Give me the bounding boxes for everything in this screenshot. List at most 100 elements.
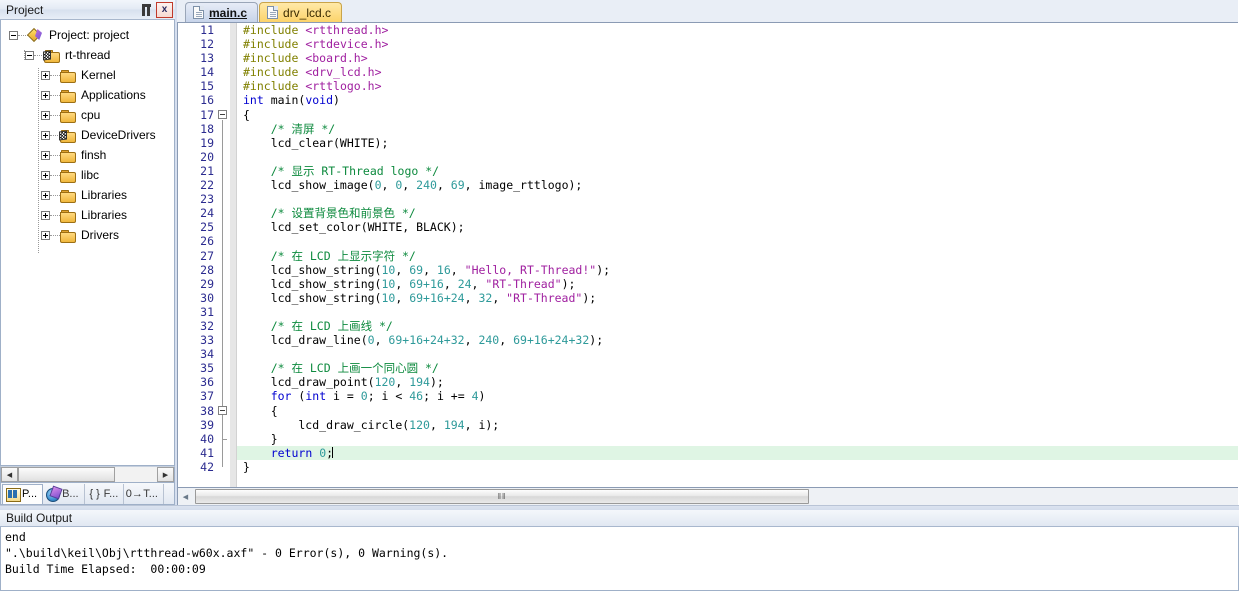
code-line[interactable]: /* 显示 RT-Thread logo */	[237, 164, 1239, 178]
code-token-num: 240	[478, 333, 500, 348]
code-token-kw: void	[305, 93, 334, 108]
expand-icon[interactable]	[41, 110, 50, 120]
pane-tab-functions[interactable]: { } F...	[85, 483, 125, 504]
code-line[interactable]: lcd_draw_point(120, 194);	[237, 375, 1239, 389]
scroll-right-arrow-icon[interactable]: ▶	[157, 467, 174, 482]
tree-item-kernel[interactable]: Kernel	[1, 65, 174, 85]
project-icon	[28, 28, 44, 42]
code-line[interactable]	[237, 192, 1239, 206]
code-line[interactable]: {	[237, 404, 1239, 418]
tree-item-libraries[interactable]: Libraries	[1, 185, 174, 205]
code-token-id: ,	[395, 262, 410, 277]
code-line[interactable]: lcd_draw_line(0, 69+16+24+32, 240, 69+16…	[237, 333, 1239, 347]
code-line[interactable]: lcd_show_string(10, 69+16+24, 32, "RT-Th…	[237, 291, 1239, 305]
expand-icon[interactable]	[41, 70, 50, 80]
code-text-area[interactable]: #include <rtthread.h> #include <rtdevice.…	[237, 23, 1239, 487]
code-line[interactable]: lcd_set_color(WHITE, BLACK);	[237, 220, 1239, 234]
fold-cell	[216, 319, 230, 333]
code-line[interactable]: {	[237, 108, 1239, 122]
code-token-num: 32	[478, 290, 493, 305]
code-line[interactable]: int main(void)	[237, 93, 1239, 107]
code-folding-gutter[interactable]	[216, 23, 230, 487]
code-line[interactable]	[237, 234, 1239, 248]
code-line[interactable]: /* 清屏 */	[237, 122, 1239, 136]
fold-cell	[216, 150, 230, 164]
project-tree[interactable]: Project: project rt-thread Kernel Applicati…	[0, 20, 175, 466]
tab-label: drv_lcd.c	[283, 5, 332, 20]
tree-item-drivers[interactable]: Drivers	[1, 225, 174, 245]
scroll-left-arrow-icon[interactable]: ◀	[1, 467, 18, 482]
tab-main-c[interactable]: main.c	[185, 2, 259, 22]
hscroll-track[interactable]	[18, 467, 157, 482]
code-editor[interactable]: 11 12 13 14 15 16 17 18 19 20 21 22 23 24 25 26 27 28 29 30…	[177, 22, 1239, 488]
expand-icon[interactable]	[41, 190, 50, 200]
pane-tab-books[interactable]: B...	[43, 483, 85, 504]
code-line[interactable]: }	[237, 432, 1239, 446]
tree-item-finsh[interactable]: finsh	[1, 145, 174, 165]
tree-item-project-project[interactable]: Project: project	[1, 25, 174, 45]
expand-icon[interactable]	[41, 150, 50, 160]
expand-icon[interactable]	[41, 90, 50, 100]
close-pane-button[interactable]: x	[156, 1, 173, 18]
code-line[interactable]: for (int i = 0; i < 46; i += 4)	[237, 389, 1239, 403]
pane-tab-project[interactable]: P...	[2, 483, 44, 504]
tree-item-label: Libraries	[81, 208, 128, 222]
expand-icon[interactable]	[41, 210, 50, 220]
pane-tab-templates[interactable]: 0→ T...	[124, 483, 164, 504]
collapse-icon[interactable]	[9, 30, 18, 40]
code-token-id: lcd_draw_circle(	[243, 417, 410, 432]
tree-item-libraries[interactable]: Libraries	[1, 205, 174, 225]
build-output-text[interactable]: end ".\build\keil\Obj\rtthread-w60x.axf" …	[0, 527, 1239, 591]
code-line[interactable]: #include <rttlogo.h>	[237, 79, 1239, 93]
fold-collapse-icon[interactable]	[218, 406, 227, 416]
code-token-id: lcd_show_string(	[243, 290, 382, 305]
line-number: 21	[200, 163, 214, 178]
tree-item-devicedrivers[interactable]: DeviceDrivers	[1, 125, 174, 145]
code-token-id: ,	[464, 290, 479, 305]
code-line[interactable]: lcd_show_string(10, 69+16, 24, "RT-Threa…	[237, 277, 1239, 291]
editor-hscroll-track[interactable]: ‖‖	[193, 488, 1237, 505]
code-line[interactable]: lcd_show_image(0, 0, 240, 69, image_rttl…	[237, 178, 1239, 192]
code-line-current[interactable]: return 0;	[237, 445, 1239, 460]
code-token-id: i =	[326, 389, 361, 404]
editor-hscrollbar[interactable]: ◀ ‖‖	[177, 488, 1239, 505]
auto-hide-pin-icon[interactable]	[138, 2, 154, 18]
code-line[interactable]: lcd_show_string(10, 69, 16, "Hello, RT-T…	[237, 263, 1239, 277]
code-line[interactable]: lcd_draw_circle(120, 194, i);	[237, 418, 1239, 432]
code-line[interactable]: /* 在 LCD 上画一个同心圆 */	[237, 361, 1239, 375]
fold-collapse-icon[interactable]	[218, 110, 227, 120]
scroll-left-arrow-icon[interactable]: ◀	[178, 488, 193, 505]
fold-cell	[216, 192, 230, 206]
code-line[interactable]	[237, 305, 1239, 319]
code-line[interactable]	[237, 347, 1239, 361]
tree-item-applications[interactable]: Applications	[1, 85, 174, 105]
expand-icon[interactable]	[41, 130, 50, 140]
tree-item-cpu[interactable]: cpu	[1, 105, 174, 125]
code-line[interactable]: /* 在 LCD 上画线 */	[237, 319, 1239, 333]
expand-icon[interactable]	[41, 170, 50, 180]
build-output-line: Build Time Elapsed: 00:00:09	[5, 562, 206, 576]
editor-hscroll-thumb[interactable]: ‖‖	[195, 489, 809, 504]
code-line[interactable]: #include <rtthread.h>	[237, 23, 1239, 37]
tree-item-libc[interactable]: libc	[1, 165, 174, 185]
tab-drv-lcd-c[interactable]: drv_lcd.c	[259, 2, 343, 22]
code-line[interactable]: }	[237, 460, 1239, 474]
collapse-icon[interactable]	[25, 50, 34, 60]
code-line[interactable]: #include <rtdevice.h>	[237, 37, 1239, 51]
code-line[interactable]: /* 设置背景色和前景色 */	[237, 206, 1239, 220]
code-token-id: lcd_show_string(	[243, 276, 382, 291]
project-tree-hscrollbar[interactable]: ◀ ▶	[0, 466, 175, 483]
code-line[interactable]: lcd_clear(WHITE);	[237, 136, 1239, 150]
hscroll-thumb[interactable]	[18, 467, 116, 482]
code-token-num: 69+16+24	[409, 290, 465, 305]
code-line[interactable]: #include <drv_lcd.h>	[237, 65, 1239, 79]
code-token-num: 10	[381, 276, 396, 291]
code-line[interactable]	[237, 150, 1239, 164]
line-number: 38	[200, 403, 214, 418]
line-number: 17	[200, 107, 214, 122]
code-token-num: 24	[457, 276, 472, 291]
code-line[interactable]: /* 在 LCD 上显示字符 */	[237, 249, 1239, 263]
tree-item-rt-thread[interactable]: rt-thread	[1, 45, 174, 65]
expand-icon[interactable]	[41, 230, 50, 240]
code-line[interactable]: #include <board.h>	[237, 51, 1239, 65]
